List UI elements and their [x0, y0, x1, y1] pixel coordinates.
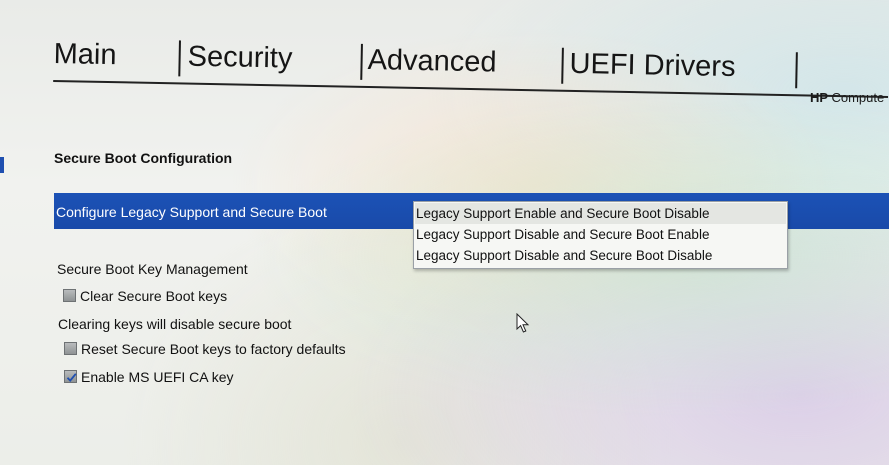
tab-bar: Main Security Advanced UEFI Drivers: [53, 38, 889, 100]
key-management-title: Secure Boot Key Management: [57, 261, 248, 277]
tab-security[interactable]: Security: [187, 41, 292, 76]
dropdown-option-label: Legacy Support Enable and Secure Boot Di…: [416, 206, 710, 221]
ms-uefi-ca-label: Enable MS UEFI CA key: [81, 369, 234, 385]
tab-main[interactable]: Main: [53, 38, 116, 72]
reset-keys-label: Reset Secure Boot keys to factory defaul…: [81, 341, 346, 357]
tab-separator: [561, 47, 564, 84]
brand-label: HP Compute: [810, 90, 884, 105]
scroll-indicator: [0, 157, 4, 173]
tab-separator: [795, 52, 798, 89]
legacy-secure-boot-dropdown[interactable]: Legacy Support Enable and Secure Boot Di…: [413, 201, 788, 269]
tab-separator: [178, 40, 181, 77]
tab-underline: [53, 79, 889, 98]
ms-uefi-ca-checkbox[interactable]: [64, 370, 77, 383]
reset-keys-checkbox[interactable]: [64, 342, 77, 355]
tab-advanced[interactable]: Advanced: [367, 44, 497, 79]
dropdown-option-label: Legacy Support Disable and Secure Boot D…: [416, 248, 713, 263]
clear-keys-warning: Clearing keys will disable secure boot: [58, 316, 292, 332]
dropdown-option-legacy-disable-secure-enable[interactable]: Legacy Support Disable and Secure Boot E…: [415, 224, 786, 245]
legacy-secure-boot-label: Configure Legacy Support and Secure Boot: [56, 204, 327, 220]
mouse-pointer-icon: [516, 313, 530, 333]
dropdown-option-label: Legacy Support Disable and Secure Boot E…: [416, 227, 710, 242]
clear-keys-label: Clear Secure Boot keys: [80, 288, 228, 304]
dropdown-option-legacy-disable-secure-disable[interactable]: Legacy Support Disable and Secure Boot D…: [415, 245, 786, 266]
section-title: Secure Boot Configuration: [54, 150, 233, 166]
checkmark-icon: [66, 373, 77, 382]
dropdown-option-legacy-enable-secure-disable[interactable]: Legacy Support Enable and Secure Boot Di…: [415, 203, 786, 224]
tab-uefi-drivers[interactable]: UEFI Drivers: [569, 48, 736, 84]
tab-separator: [360, 43, 363, 80]
brand-rest: Compute: [831, 90, 885, 105]
clear-keys-checkbox[interactable]: [63, 289, 76, 302]
brand-bold: HP: [810, 90, 828, 105]
